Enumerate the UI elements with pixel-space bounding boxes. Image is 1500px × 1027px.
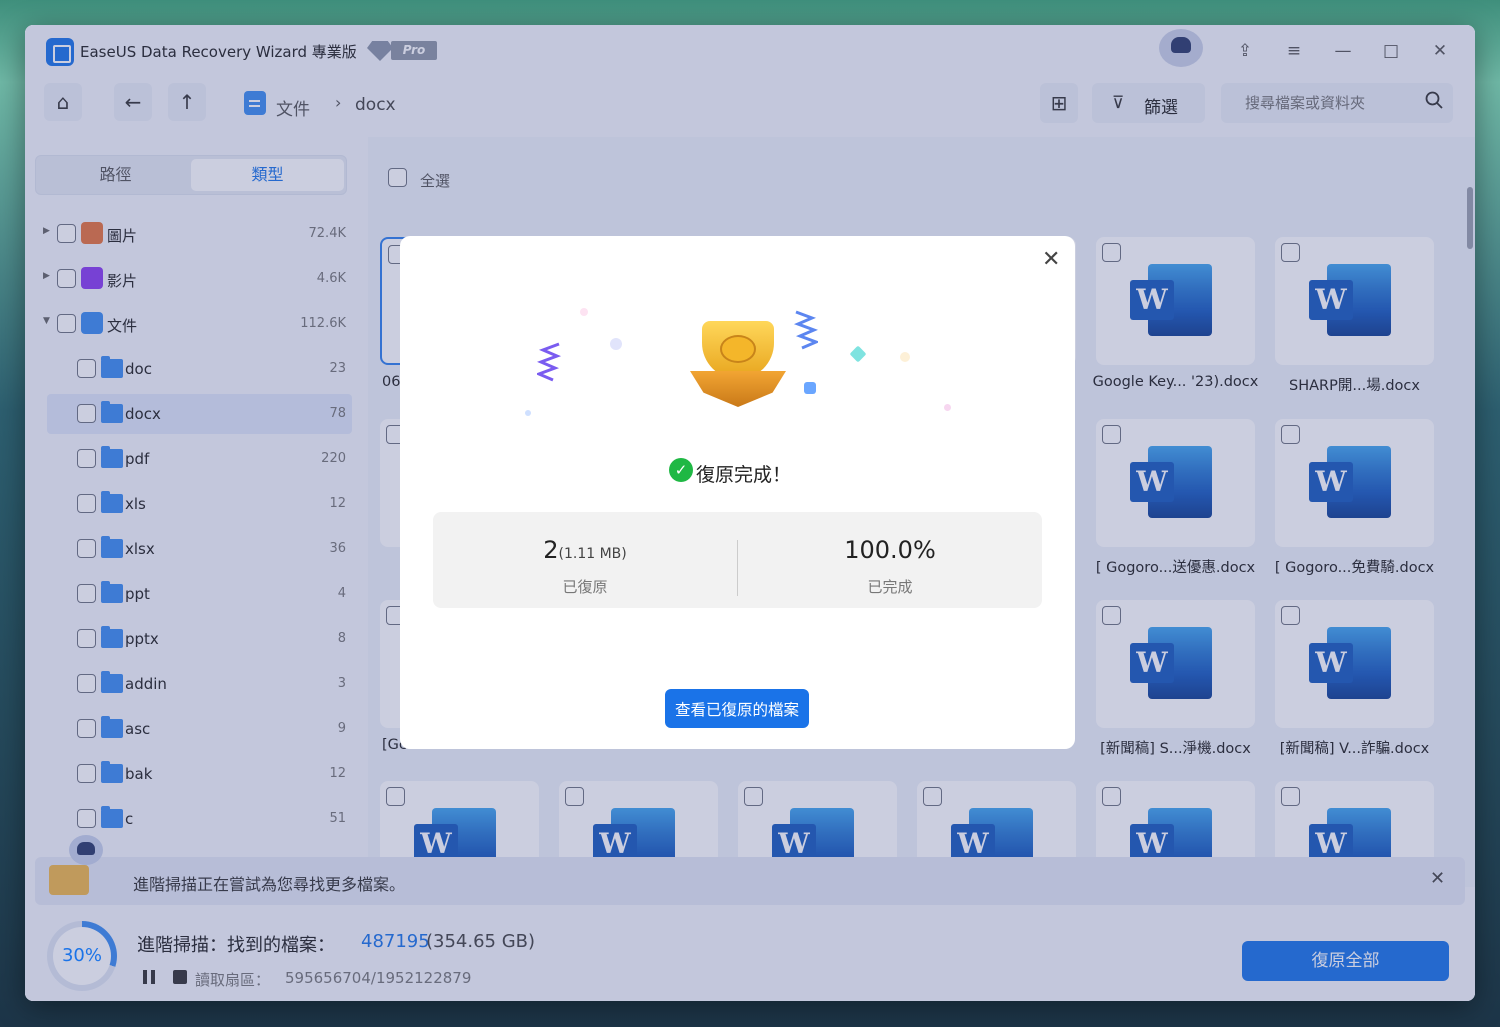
- success-message: 復原完成！: [696, 464, 792, 486]
- recovery-complete-dialog: ✕ ✓ 復原完成！ 2(1.11 MB) 已復原 100.0% 已完成 查看已復…: [400, 236, 1075, 749]
- recovered-size: (1.11 MB): [558, 546, 627, 562]
- sparkle-icon: [849, 345, 867, 363]
- progress-percent: 30%: [61, 945, 102, 966]
- completed-label: 已完成: [867, 578, 913, 596]
- confetti-icon: [580, 308, 588, 316]
- confetti-icon: [900, 352, 910, 362]
- success-check-icon: ✓: [669, 458, 693, 482]
- recovered-count: 2(1.11 MB): [543, 536, 627, 564]
- confetti-icon: [525, 410, 531, 416]
- close-icon[interactable]: ✕: [1042, 247, 1060, 272]
- confetti-icon: [944, 404, 951, 411]
- confetti-icon: [610, 338, 622, 350]
- streamer-icon: [793, 310, 818, 350]
- recovery-stats: 2(1.11 MB) 已復原 100.0% 已完成: [433, 512, 1042, 608]
- view-recovered-files-button[interactable]: 查看已復原的檔案: [665, 689, 809, 728]
- completed-value: 100.0%: [844, 536, 936, 564]
- app-window: EaseUS Data Recovery Wizard 專業版 Pro ⇪ ≡ …: [25, 25, 1475, 1001]
- sparkle-icon: [804, 382, 816, 394]
- recovered-label: 已復原: [562, 578, 608, 596]
- trophy-icon: [690, 321, 786, 409]
- streamer-icon: [537, 342, 562, 382]
